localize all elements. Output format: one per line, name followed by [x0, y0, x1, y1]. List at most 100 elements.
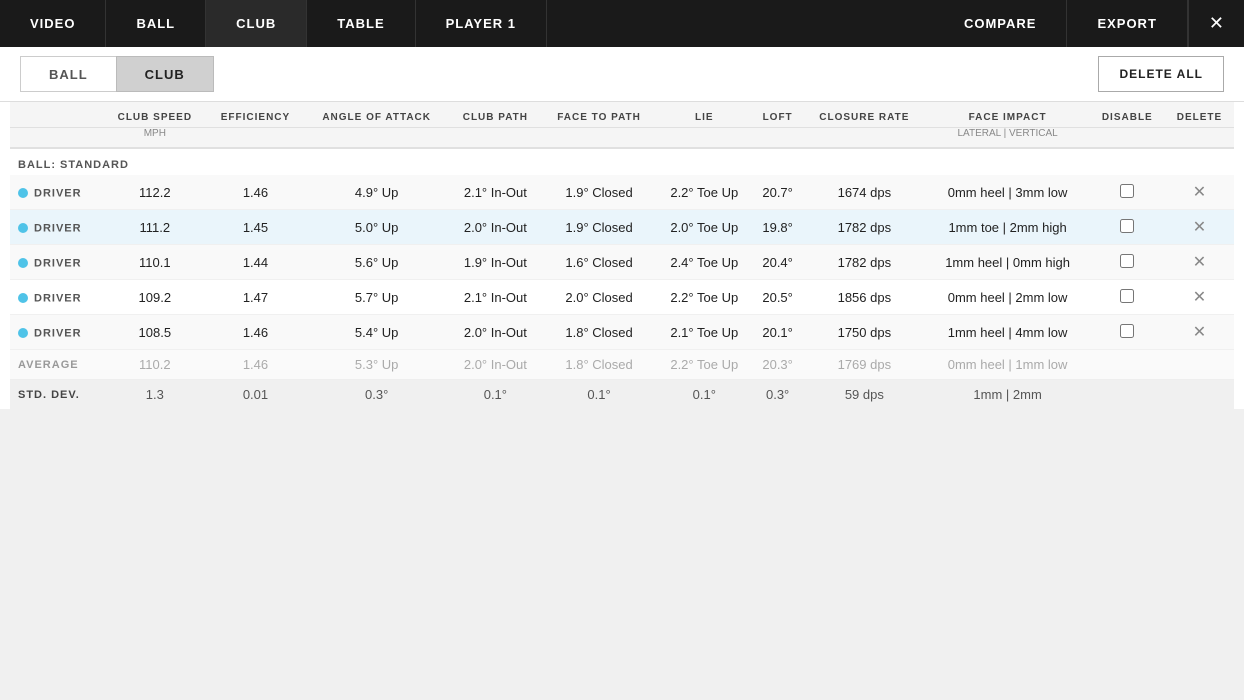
avg-value: 110.2 [103, 350, 207, 380]
nav-compare[interactable]: COMPARE [934, 0, 1067, 47]
row-loft: 19.8° [752, 210, 803, 245]
row-delete[interactable]: ✕ [1165, 175, 1234, 210]
tab-club[interactable]: CLUB [116, 56, 214, 92]
col-header-efficiency: EFFICIENCY [207, 102, 305, 128]
row-efficiency: 1.45 [207, 210, 305, 245]
col-header-club-speed: CLUB SPEED [103, 102, 207, 128]
unit-disable [1090, 128, 1165, 149]
nav-table[interactable]: TABLE [307, 0, 415, 47]
row-disable [1090, 280, 1165, 315]
row-club-path: 2.1° In-Out [449, 175, 542, 210]
row-angle-of-attack: 4.9° Up [304, 175, 449, 210]
sub-nav: BALL CLUB DELETE ALL [0, 47, 1244, 102]
row-efficiency: 1.46 [207, 315, 305, 350]
club-label: DRIVER [34, 257, 82, 269]
table-row: DRIVER110.11.445.6° Up1.9° In-Out1.6° Cl… [10, 245, 1234, 280]
average-row: AVERAGE110.21.465.3° Up2.0° In-Out1.8° C… [10, 350, 1234, 380]
row-face-to-path: 1.8° Closed [542, 315, 657, 350]
unit-face-to-path [542, 128, 657, 149]
nav-export[interactable]: EXPORT [1067, 0, 1187, 47]
unit-face-impact: LATERAL | VERTICAL [926, 128, 1090, 149]
avg-value: 1.46 [207, 350, 305, 380]
row-club-speed: 110.1 [103, 245, 207, 280]
col-header-loft: LOFT [752, 102, 803, 128]
row-face-impact: 1mm toe | 2mm high [926, 210, 1090, 245]
stddev-value: 1mm | 2mm [926, 380, 1090, 410]
stddev-value: 0.1° [542, 380, 657, 410]
unit-loft [752, 128, 803, 149]
row-delete[interactable]: ✕ [1165, 315, 1234, 350]
disable-checkbox[interactable] [1120, 254, 1134, 268]
section-label-row: BALL: STANDARD [10, 148, 1234, 175]
stddev-value [1090, 380, 1165, 410]
column-unit-row: MPH LATERAL | VERTICAL [10, 128, 1234, 149]
row-club-speed: 109.2 [103, 280, 207, 315]
stddev-label: STD. DEV. [10, 380, 103, 410]
delete-icon[interactable]: ✕ [1193, 219, 1206, 236]
top-nav: VIDEO BALL CLUB TABLE PLAYER 1 COMPARE E… [0, 0, 1244, 47]
stddev-value: 0.3° [752, 380, 803, 410]
row-face-to-path: 1.9° Closed [542, 175, 657, 210]
nav-club[interactable]: CLUB [206, 0, 307, 47]
row-efficiency: 1.46 [207, 175, 305, 210]
row-face-to-path: 2.0° Closed [542, 280, 657, 315]
avg-value: 0mm heel | 1mm low [926, 350, 1090, 380]
nav-video[interactable]: VIDEO [0, 0, 106, 47]
avg-value: 5.3° Up [304, 350, 449, 380]
row-angle-of-attack: 5.7° Up [304, 280, 449, 315]
disable-checkbox[interactable] [1120, 219, 1134, 233]
row-club-name: DRIVER [10, 315, 103, 350]
row-club-name: DRIVER [10, 245, 103, 280]
row-loft: 20.1° [752, 315, 803, 350]
delete-icon[interactable]: ✕ [1193, 254, 1206, 271]
row-loft: 20.5° [752, 280, 803, 315]
nav-player1[interactable]: PLAYER 1 [416, 0, 547, 47]
row-loft: 20.7° [752, 175, 803, 210]
col-header-closure-rate: CLOSURE RATE [803, 102, 925, 128]
delete-icon[interactable]: ✕ [1193, 289, 1206, 306]
table-row: DRIVER112.21.464.9° Up2.1° In-Out1.9° Cl… [10, 175, 1234, 210]
col-header-face-impact: FACE IMPACT [926, 102, 1090, 128]
club-label: DRIVER [34, 292, 82, 304]
dot-indicator [18, 293, 28, 303]
col-header-club-path: CLUB PATH [449, 102, 542, 128]
delete-icon[interactable]: ✕ [1193, 184, 1206, 201]
tab-ball[interactable]: BALL [20, 56, 116, 92]
avg-value: 2.0° In-Out [449, 350, 542, 380]
row-delete[interactable]: ✕ [1165, 280, 1234, 315]
row-disable [1090, 245, 1165, 280]
row-angle-of-attack: 5.4° Up [304, 315, 449, 350]
row-disable [1090, 175, 1165, 210]
col-header-lie: LIE [656, 102, 752, 128]
data-table: CLUB SPEED EFFICIENCY ANGLE OF ATTACK CL… [10, 102, 1234, 409]
row-club-path: 2.0° In-Out [449, 315, 542, 350]
row-closure-rate: 1782 dps [803, 245, 925, 280]
row-delete[interactable]: ✕ [1165, 210, 1234, 245]
unit-delete [1165, 128, 1234, 149]
avg-value: 20.3° [752, 350, 803, 380]
table-row: DRIVER109.21.475.7° Up2.1° In-Out2.0° Cl… [10, 280, 1234, 315]
row-delete[interactable]: ✕ [1165, 245, 1234, 280]
section-label-text: BALL: STANDARD [10, 148, 1234, 175]
row-face-impact: 1mm heel | 4mm low [926, 315, 1090, 350]
avg-label: AVERAGE [10, 350, 103, 380]
close-button[interactable]: ✕ [1188, 0, 1244, 47]
nav-ball[interactable]: BALL [106, 0, 206, 47]
delete-all-button[interactable]: DELETE ALL [1098, 56, 1224, 92]
unit-efficiency [207, 128, 305, 149]
club-label: DRIVER [34, 187, 82, 199]
row-efficiency: 1.47 [207, 280, 305, 315]
stddev-value: 0.01 [207, 380, 305, 410]
disable-checkbox[interactable] [1120, 184, 1134, 198]
row-loft: 20.4° [752, 245, 803, 280]
row-efficiency: 1.44 [207, 245, 305, 280]
disable-checkbox[interactable] [1120, 324, 1134, 338]
row-face-impact: 0mm heel | 3mm low [926, 175, 1090, 210]
avg-value [1165, 350, 1234, 380]
row-lie: 2.4° Toe Up [656, 245, 752, 280]
table-container: CLUB SPEED EFFICIENCY ANGLE OF ATTACK CL… [0, 102, 1244, 409]
disable-checkbox[interactable] [1120, 289, 1134, 303]
delete-icon[interactable]: ✕ [1193, 324, 1206, 341]
row-closure-rate: 1782 dps [803, 210, 925, 245]
avg-value: 1769 dps [803, 350, 925, 380]
